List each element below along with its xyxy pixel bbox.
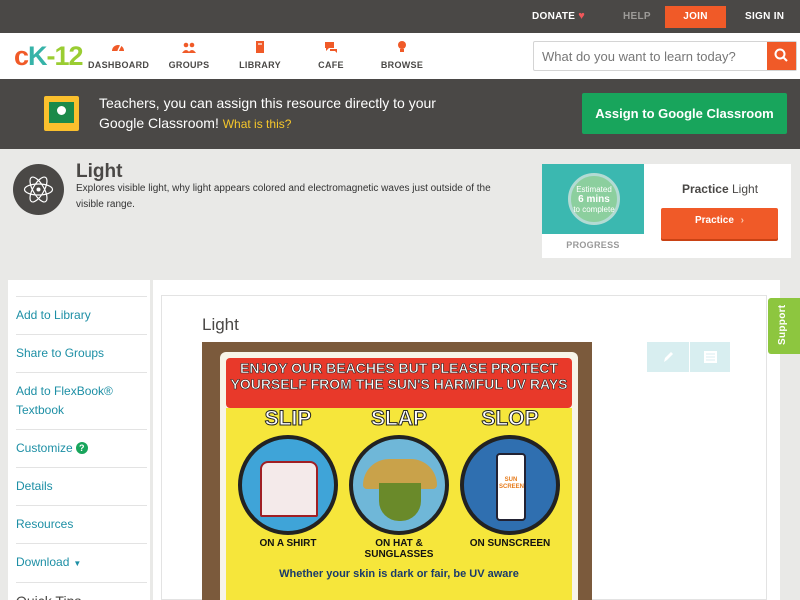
search-button[interactable] <box>767 42 796 70</box>
slap-caption: ON HAT & SUNGLASSES <box>364 538 434 560</box>
chevron-right-icon: › <box>740 215 745 226</box>
nav-browse[interactable]: BROWSE <box>380 40 424 70</box>
progress-graphic: Estimated 6 mins to complete <box>542 164 644 234</box>
sunscreen-icon: SUN SCREEN <box>460 435 560 535</box>
annotate-button[interactable] <box>647 342 688 372</box>
logo-12: -12 <box>46 41 84 71</box>
logo-c: c <box>14 41 29 71</box>
sidebar-item-customize[interactable]: Customize? <box>16 429 147 467</box>
progress-ring: Estimated 6 mins to complete <box>568 173 620 225</box>
search-icon <box>774 48 788 62</box>
to-complete-label: to complete <box>573 205 615 214</box>
shirt-icon <box>238 435 338 535</box>
slop-word: SLOP <box>481 407 539 430</box>
nav-groups-label: GROUPS <box>168 60 210 70</box>
download-label: Download <box>16 555 70 569</box>
heart-icon: ♥ <box>578 10 586 22</box>
help-icon[interactable]: ? <box>75 442 88 454</box>
hat-icon <box>349 435 449 535</box>
slip-word: SLIP <box>264 407 312 430</box>
sidebar-item-download[interactable]: Download ▼ <box>16 543 147 582</box>
nav-browse-label: BROWSE <box>380 60 424 70</box>
slap-panel: SLAP ON HAT & SUNGLASSES <box>341 407 457 560</box>
search-box <box>533 41 797 71</box>
dashboard-icon <box>88 40 148 58</box>
pencil-icon <box>664 352 673 362</box>
practice-title-bold: Practice <box>681 182 729 196</box>
sidebar-item-share-to-groups[interactable]: Share to Groups <box>16 334 147 372</box>
nav-library-label: LIBRARY <box>239 60 281 70</box>
estimated-label: Estimated <box>576 185 612 194</box>
sidebar: Add to Library Share to Groups Add to Fl… <box>8 280 150 600</box>
concept-title: Light <box>76 161 123 182</box>
sign-board: ENJOY OUR BEACHES BUT PLEASE PROTECT YOU… <box>220 352 578 600</box>
library-icon <box>238 40 282 58</box>
sidebar-item-add-to-flexbook[interactable]: Add to FlexBook® Textbook <box>16 372 147 429</box>
atom-icon <box>13 164 64 215</box>
customize-label: Customize <box>16 441 73 455</box>
practice-button-label: Practice <box>694 215 734 226</box>
search-input[interactable] <box>534 42 768 70</box>
practice-title: Practice Light <box>661 182 779 196</box>
nav-library[interactable]: LIBRARY <box>238 40 282 70</box>
slip-panel: SLIP ON A SHIRT <box>230 407 346 549</box>
what-is-this-link[interactable]: What is this? <box>223 117 292 131</box>
sidebar-menu: Add to Library Share to Groups Add to Fl… <box>16 296 147 600</box>
content-tools <box>647 342 730 372</box>
cafe-icon <box>316 40 346 58</box>
ck12-logo[interactable]: cK-12 <box>14 41 84 71</box>
notes-icon <box>704 351 717 363</box>
nav-dashboard[interactable]: DASHBOARD <box>88 40 150 70</box>
nav-groups[interactable]: GROUPS <box>166 40 212 70</box>
nav-cafe-label: CAFE <box>318 60 344 70</box>
nav-dashboard-label: DASHBOARD <box>88 60 150 70</box>
donate-link[interactable]: DONATE ♥ <box>532 0 585 33</box>
sidebar-item-resources[interactable]: Resources <box>16 505 147 543</box>
donate-label: DONATE <box>532 11 576 22</box>
notes-button[interactable] <box>689 342 730 372</box>
assign-to-google-classroom-button[interactable]: Assign to Google Classroom <box>582 93 787 134</box>
join-button[interactable]: JOIN <box>665 6 726 28</box>
slip-caption: ON A SHIRT <box>259 538 317 549</box>
main-nav: cK-12 DASHBOARD GROUPS LIBRARY CAFE BROW… <box>0 33 800 79</box>
help-link[interactable]: HELP <box>623 0 651 33</box>
groups-icon <box>166 40 212 58</box>
caret-down-icon: ▼ <box>73 559 82 568</box>
top-bar: DONATE ♥ HELP JOIN SIGN IN <box>0 0 800 33</box>
slap-word: SLAP <box>370 407 427 430</box>
banner-message: Teachers, you can assign this resource d… <box>99 93 459 134</box>
slop-caption: ON SUNSCREEN <box>469 538 551 549</box>
practice-card: Estimated 6 mins to complete PROGRESS Pr… <box>542 164 791 258</box>
bottle-label: SUN SCREEN <box>499 477 525 490</box>
sign-footer: Whether your skin is dark or fair, be UV… <box>279 568 519 580</box>
practice-title-topic: Light <box>732 182 759 196</box>
support-tab[interactable]: Support <box>768 298 800 354</box>
sidebar-item-add-to-library[interactable]: Add to Library <box>16 296 147 334</box>
nav-cafe[interactable]: CAFE <box>316 40 346 70</box>
sidebar-item-details[interactable]: Details <box>16 467 147 505</box>
google-classroom-icon <box>44 96 79 131</box>
browse-icon <box>380 40 424 58</box>
logo-k: K <box>28 41 47 71</box>
progress-label: PROGRESS <box>566 240 620 250</box>
estimated-minutes: 6 mins <box>578 194 610 205</box>
support-label: Support <box>777 304 788 345</box>
concept-description: Explores visible light, why light appear… <box>76 183 491 210</box>
practice-button[interactable]: Practice › <box>661 208 778 239</box>
slop-panel: SLOP SUN SCREEN ON SUNSCREEN <box>452 407 568 549</box>
sign-heading: ENJOY OUR BEACHES BUT PLEASE PROTECT YOU… <box>230 360 568 393</box>
sign-in-link[interactable]: SIGN IN <box>745 0 784 33</box>
content-title: Light <box>202 315 239 334</box>
quick-tips-heading: Quick Tips <box>16 582 147 600</box>
uv-safety-sign-image: ENJOY OUR BEACHES BUT PLEASE PROTECT YOU… <box>202 342 592 600</box>
